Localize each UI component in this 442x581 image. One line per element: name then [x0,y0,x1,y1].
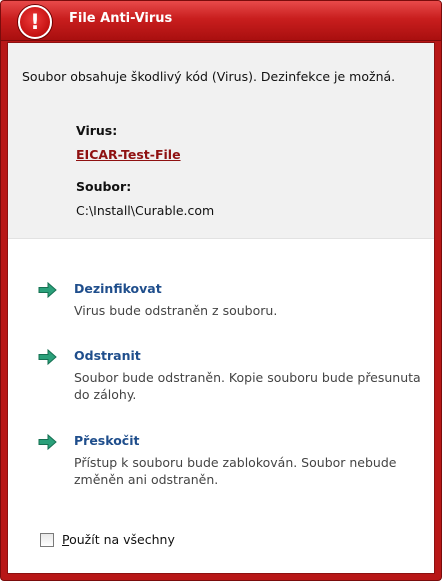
file-path: C:\Install\Curable.com [76,203,215,218]
action-title[interactable]: Odstranit [74,348,141,363]
window-title: File Anti-Virus [69,11,173,26]
virus-label: Virus: [76,123,118,138]
apply-to-all-checkbox[interactable] [40,533,54,547]
threat-info-panel: Soubor obsahuje škodlivý kód (Virus). De… [8,43,434,239]
antivirus-alert-window: ! File Anti-Virus Soubor obsahuje škodli… [0,0,442,581]
action-title[interactable]: Dezinfikovat [74,281,162,296]
alert-exclamation-icon: ! [18,5,52,39]
virus-name-link[interactable]: EICAR-Test-File [76,147,181,162]
action-title[interactable]: Přeskočit [74,433,139,448]
title-bar[interactable]: ! File Anti-Virus [1,1,441,41]
green-arrow-icon [38,433,57,451]
green-arrow-icon [38,348,57,366]
threat-message: Soubor obsahuje škodlivý kód (Virus). De… [22,69,396,84]
file-label: Soubor: [76,179,132,194]
green-arrow-icon [38,281,57,299]
apply-to-all-label[interactable]: Použít na všechny [62,532,175,547]
action-description: Přístup k souboru bude zablokován. Soubo… [74,455,397,487]
action-description: Virus bude odstraněn z souboru. [74,303,278,318]
action-description: Soubor bude odstraněn. Kopie souboru bud… [74,370,421,402]
dialog-content: Soubor obsahuje škodlivý kód (Virus). De… [7,42,435,574]
